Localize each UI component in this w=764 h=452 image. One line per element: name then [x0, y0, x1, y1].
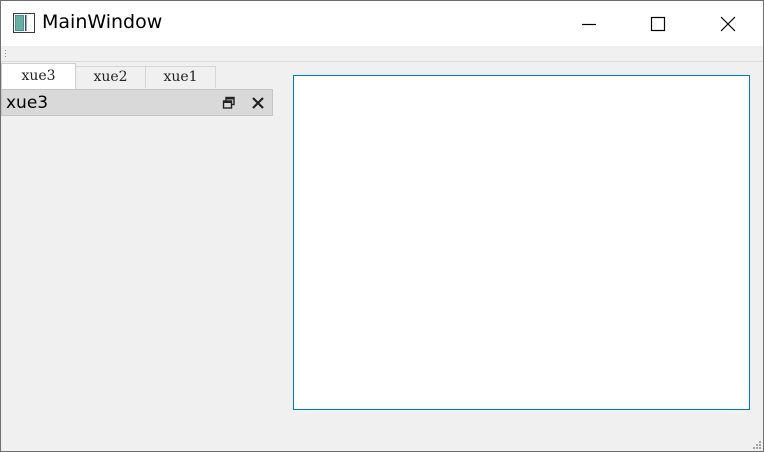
tab-xue3[interactable]: xue3 [1, 63, 76, 89]
close-button[interactable] [693, 1, 763, 46]
maximize-button[interactable] [623, 1, 693, 46]
title-bar[interactable]: MainWindow [1, 1, 763, 46]
toolbar-grip-icon[interactable] [5, 50, 7, 58]
main-window: MainWindow xue3 xue2 xue1 xue3 [0, 0, 764, 452]
dock-title-bar[interactable]: xue3 [1, 89, 273, 116]
minimize-icon [582, 23, 596, 25]
app-icon [13, 13, 35, 33]
dock-title: xue3 [6, 93, 49, 113]
close-icon[interactable] [251, 96, 265, 110]
tab-xue1[interactable]: xue1 [145, 66, 216, 88]
close-icon [720, 16, 736, 31]
dock-content [1, 116, 273, 446]
size-grip-icon[interactable] [751, 439, 762, 450]
float-icon[interactable] [222, 96, 236, 110]
maximize-icon [650, 16, 666, 31]
toolbar [1, 46, 763, 62]
tab-xue2[interactable]: xue2 [75, 66, 146, 88]
minimize-button[interactable] [554, 1, 624, 46]
central-widget[interactable] [293, 75, 750, 410]
window-title: MainWindow [42, 11, 163, 33]
